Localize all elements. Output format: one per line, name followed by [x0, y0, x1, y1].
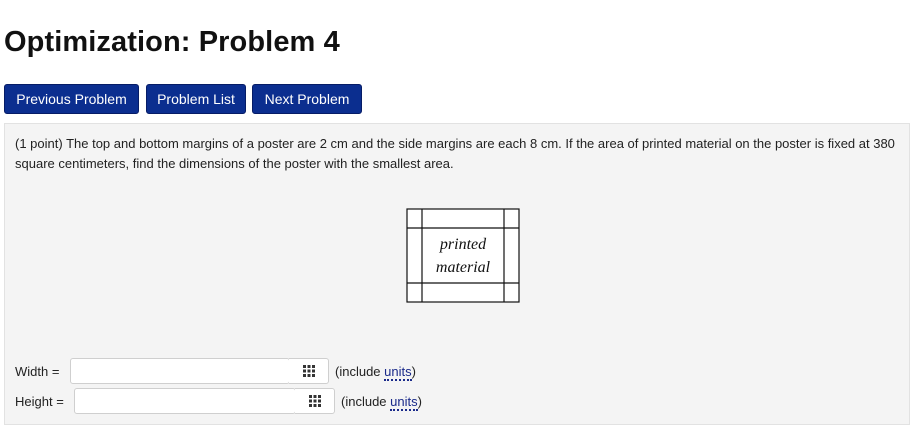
grid-icon [302, 365, 315, 377]
height-equation-editor-button[interactable] [295, 388, 335, 414]
width-input[interactable] [70, 358, 290, 384]
diagram-label-material: material [436, 259, 491, 276]
poster-diagram: printed material [406, 208, 520, 303]
include-close: ) [411, 364, 416, 379]
include-close: ) [417, 394, 422, 409]
units-help-link[interactable]: units [390, 394, 418, 411]
width-label: Width = [15, 364, 60, 379]
units-help-link[interactable]: units [384, 364, 412, 381]
page-title: Optimization: Problem 4 [4, 26, 340, 58]
width-equation-editor-button[interactable] [289, 358, 329, 384]
previous-problem-button[interactable]: Previous Problem [4, 84, 139, 114]
problem-statement: (1 point) The top and bottom margins of … [15, 136, 895, 171]
include-text: (include [335, 364, 385, 379]
height-label: Height = [15, 394, 64, 409]
problem-list-button[interactable]: Problem List [146, 84, 246, 114]
next-problem-button[interactable]: Next Problem [252, 84, 362, 114]
poster-outer-border [406, 208, 520, 303]
grid-icon [308, 395, 321, 407]
height-units-hint: (include units) [341, 394, 422, 411]
diagram-label-printed: printed [439, 236, 487, 253]
height-input[interactable] [74, 388, 296, 414]
problem-panel: (1 point) The top and bottom margins of … [4, 123, 910, 425]
include-text: (include [341, 394, 391, 409]
width-units-hint: (include units) [335, 364, 416, 381]
